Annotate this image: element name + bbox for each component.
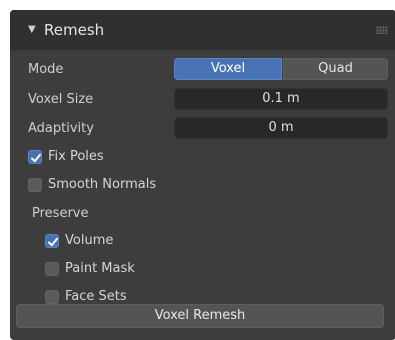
preserve-volume-checkbox[interactable]: Volume (45, 233, 165, 251)
checkbox-unchecked-icon[interactable] (45, 262, 59, 276)
adaptivity-label: Adaptivity (28, 121, 94, 136)
smooth-normals-checkbox[interactable]: Smooth Normals (28, 177, 188, 195)
mode-voxel-button[interactable]: Voxel (174, 58, 282, 80)
mode-quad-button[interactable]: Quad (283, 58, 388, 80)
volume-label: Volume (65, 233, 114, 248)
adaptivity-field[interactable]: 0 m (174, 117, 388, 139)
checkbox-unchecked-icon[interactable] (45, 290, 59, 304)
voxel-size-field[interactable]: 0.1 m (174, 88, 388, 110)
checkbox-checked-icon[interactable] (45, 234, 59, 248)
face-sets-label: Face Sets (65, 289, 127, 304)
checkbox-unchecked-icon[interactable] (28, 178, 42, 192)
fix-poles-checkbox[interactable]: Fix Poles (28, 149, 168, 167)
paint-mask-label: Paint Mask (65, 261, 135, 276)
collapse-triangle-icon[interactable]: ▼ (28, 23, 36, 37)
drag-handle-icon[interactable] (376, 26, 388, 34)
remesh-panel: ▼ Remesh Mode Voxel Quad Voxel Size 0.1 … (10, 10, 395, 340)
voxel-size-label: Voxel Size (28, 92, 94, 107)
voxel-remesh-button[interactable]: Voxel Remesh (16, 304, 384, 328)
preserve-label: Preserve (32, 206, 89, 221)
smooth-normals-label: Smooth Normals (48, 177, 157, 192)
preserve-paint-mask-checkbox[interactable]: Paint Mask (45, 261, 165, 279)
panel-title: Remesh (44, 21, 105, 39)
checkbox-checked-icon[interactable] (28, 150, 42, 164)
panel-header[interactable]: ▼ Remesh (10, 10, 395, 50)
mode-label: Mode (28, 62, 64, 77)
fix-poles-label: Fix Poles (48, 149, 104, 164)
